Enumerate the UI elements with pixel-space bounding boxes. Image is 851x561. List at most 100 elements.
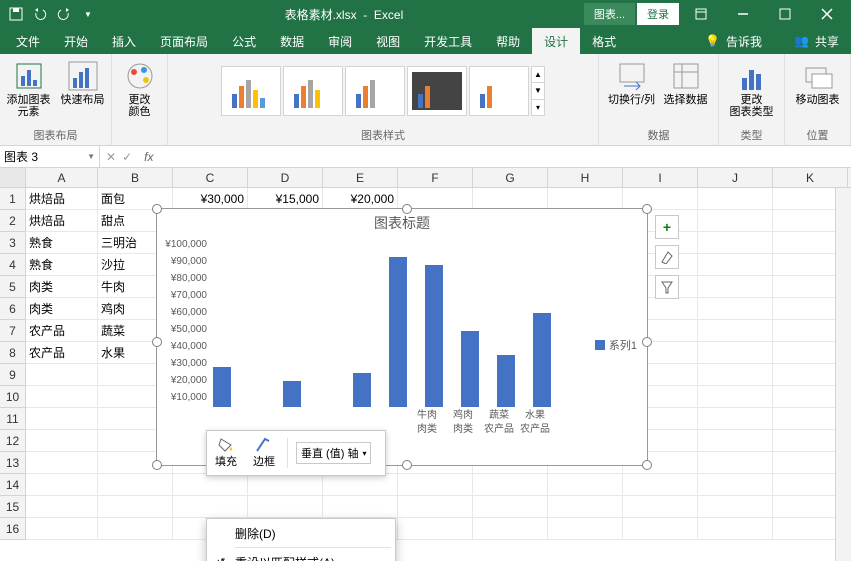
cell[interactable] (173, 496, 248, 518)
tab-design[interactable]: 设计 (532, 28, 580, 54)
cell[interactable] (26, 518, 98, 540)
col-header[interactable]: K (773, 168, 848, 187)
name-box-input[interactable] (4, 150, 74, 164)
name-box[interactable]: ▼ (0, 146, 100, 167)
row-header[interactable]: 10 (0, 386, 25, 408)
cell[interactable] (323, 496, 398, 518)
chart-style-2[interactable] (283, 66, 343, 116)
chart-styles-button[interactable] (655, 245, 679, 269)
redo-icon[interactable] (56, 6, 72, 22)
change-chart-type-button[interactable]: 更改 图表类型 (727, 58, 777, 118)
row-header[interactable]: 7 (0, 320, 25, 342)
ctx-reset-style[interactable]: ↺重设以匹配样式(A) (207, 550, 395, 561)
undo-icon[interactable] (32, 6, 48, 22)
cell[interactable] (698, 254, 773, 276)
cell[interactable]: 烘焙品 (26, 210, 98, 232)
chart-element-selector[interactable]: 垂直 (值) 轴▾ (296, 442, 371, 464)
cell[interactable] (698, 518, 773, 540)
tab-help[interactable]: 帮助 (484, 28, 532, 54)
minimize-icon[interactable] (723, 0, 763, 28)
tellme-button[interactable]: 告诉我 (726, 33, 762, 50)
embedded-chart[interactable]: 图表标题 ¥100,000¥90,000¥80,000¥70,000¥60,00… (156, 208, 648, 466)
cell[interactable]: 熟食 (26, 254, 98, 276)
col-header[interactable]: C (173, 168, 248, 187)
cell[interactable] (623, 474, 698, 496)
row-header[interactable]: 11 (0, 408, 25, 430)
cell[interactable] (26, 474, 98, 496)
move-chart-button[interactable]: 移动图表 (793, 58, 843, 106)
tab-insert[interactable]: 插入 (100, 28, 148, 54)
maximize-icon[interactable] (765, 0, 805, 28)
cell[interactable] (473, 496, 548, 518)
col-header[interactable]: A (26, 168, 98, 187)
tab-dev[interactable]: 开发工具 (412, 28, 484, 54)
chart-elements-button[interactable]: + (655, 215, 679, 239)
cell[interactable] (26, 386, 98, 408)
cell[interactable] (623, 496, 698, 518)
chart-legend[interactable]: 系列1 (595, 337, 637, 353)
chart-plot-area[interactable]: ¥100,000¥90,000¥80,000¥70,000¥60,000¥50,… (163, 239, 567, 435)
login-button[interactable]: 登录 (637, 3, 679, 25)
cell[interactable] (698, 342, 773, 364)
worksheet-grid[interactable]: ABCDEFGHIJK 12345678910111213141516 烘焙品面… (0, 168, 851, 561)
cell[interactable] (698, 408, 773, 430)
cell[interactable]: 烘焙品 (26, 188, 98, 210)
cell[interactable] (26, 408, 98, 430)
cell[interactable] (698, 496, 773, 518)
row-header[interactable]: 3 (0, 232, 25, 254)
ctx-delete[interactable]: 删除(D) (207, 521, 395, 545)
cell[interactable] (548, 518, 623, 540)
select-data-button[interactable]: 选择数据 (661, 58, 711, 106)
cell[interactable] (698, 452, 773, 474)
cell[interactable] (698, 430, 773, 452)
quick-layout-button[interactable]: 快速布局 (58, 58, 108, 106)
cell[interactable] (248, 474, 323, 496)
gallery-down-icon[interactable]: ▼ (532, 83, 544, 99)
chart-filters-button[interactable] (655, 275, 679, 299)
share-button[interactable]: 共享 (815, 33, 839, 50)
row-header[interactable]: 6 (0, 298, 25, 320)
cell[interactable]: 农产品 (26, 342, 98, 364)
row-header[interactable]: 15 (0, 496, 25, 518)
cancel-formula-icon[interactable]: ✕ (106, 150, 116, 164)
add-chart-element-button[interactable]: 添加图表 元素 (4, 58, 54, 118)
col-header[interactable]: J (698, 168, 773, 187)
enter-formula-icon[interactable]: ✓ (122, 150, 132, 164)
qat-dropdown-icon[interactable]: ▼ (80, 6, 96, 22)
cell[interactable]: ¥15,000 (248, 188, 323, 210)
chart-style-5[interactable] (469, 66, 529, 116)
gallery-more-icon[interactable]: ▾ (532, 100, 544, 115)
namebox-dropdown-icon[interactable]: ▼ (87, 152, 95, 161)
row-header[interactable]: 14 (0, 474, 25, 496)
close-icon[interactable] (807, 0, 847, 28)
fx-icon[interactable]: fx (138, 150, 159, 164)
cell[interactable]: 肉类 (26, 276, 98, 298)
tab-home[interactable]: 开始 (52, 28, 100, 54)
row-header[interactable]: 4 (0, 254, 25, 276)
row-header[interactable]: 16 (0, 518, 25, 540)
cell[interactable] (698, 232, 773, 254)
switch-row-col-button[interactable]: 切换行/列 (607, 58, 657, 106)
chart-style-1[interactable] (221, 66, 281, 116)
cell[interactable] (698, 320, 773, 342)
cell[interactable] (698, 364, 773, 386)
col-header[interactable]: H (548, 168, 623, 187)
cell[interactable] (473, 474, 548, 496)
cell[interactable] (98, 496, 173, 518)
cell[interactable]: ¥20,000 (323, 188, 398, 210)
tab-format[interactable]: 格式 (580, 28, 628, 54)
save-icon[interactable] (8, 6, 24, 22)
ribbon-options-icon[interactable] (681, 0, 721, 28)
cell[interactable] (698, 474, 773, 496)
cell[interactable] (698, 386, 773, 408)
change-colors-button[interactable]: 更改 颜色 (115, 58, 165, 118)
cell[interactable] (548, 496, 623, 518)
cell[interactable] (698, 276, 773, 298)
cell[interactable] (323, 474, 398, 496)
cell[interactable] (398, 496, 473, 518)
cell[interactable] (26, 452, 98, 474)
chart-title[interactable]: 图表标题 (157, 209, 647, 237)
col-header[interactable]: E (323, 168, 398, 187)
cell[interactable] (473, 188, 548, 210)
row-header[interactable]: 13 (0, 452, 25, 474)
